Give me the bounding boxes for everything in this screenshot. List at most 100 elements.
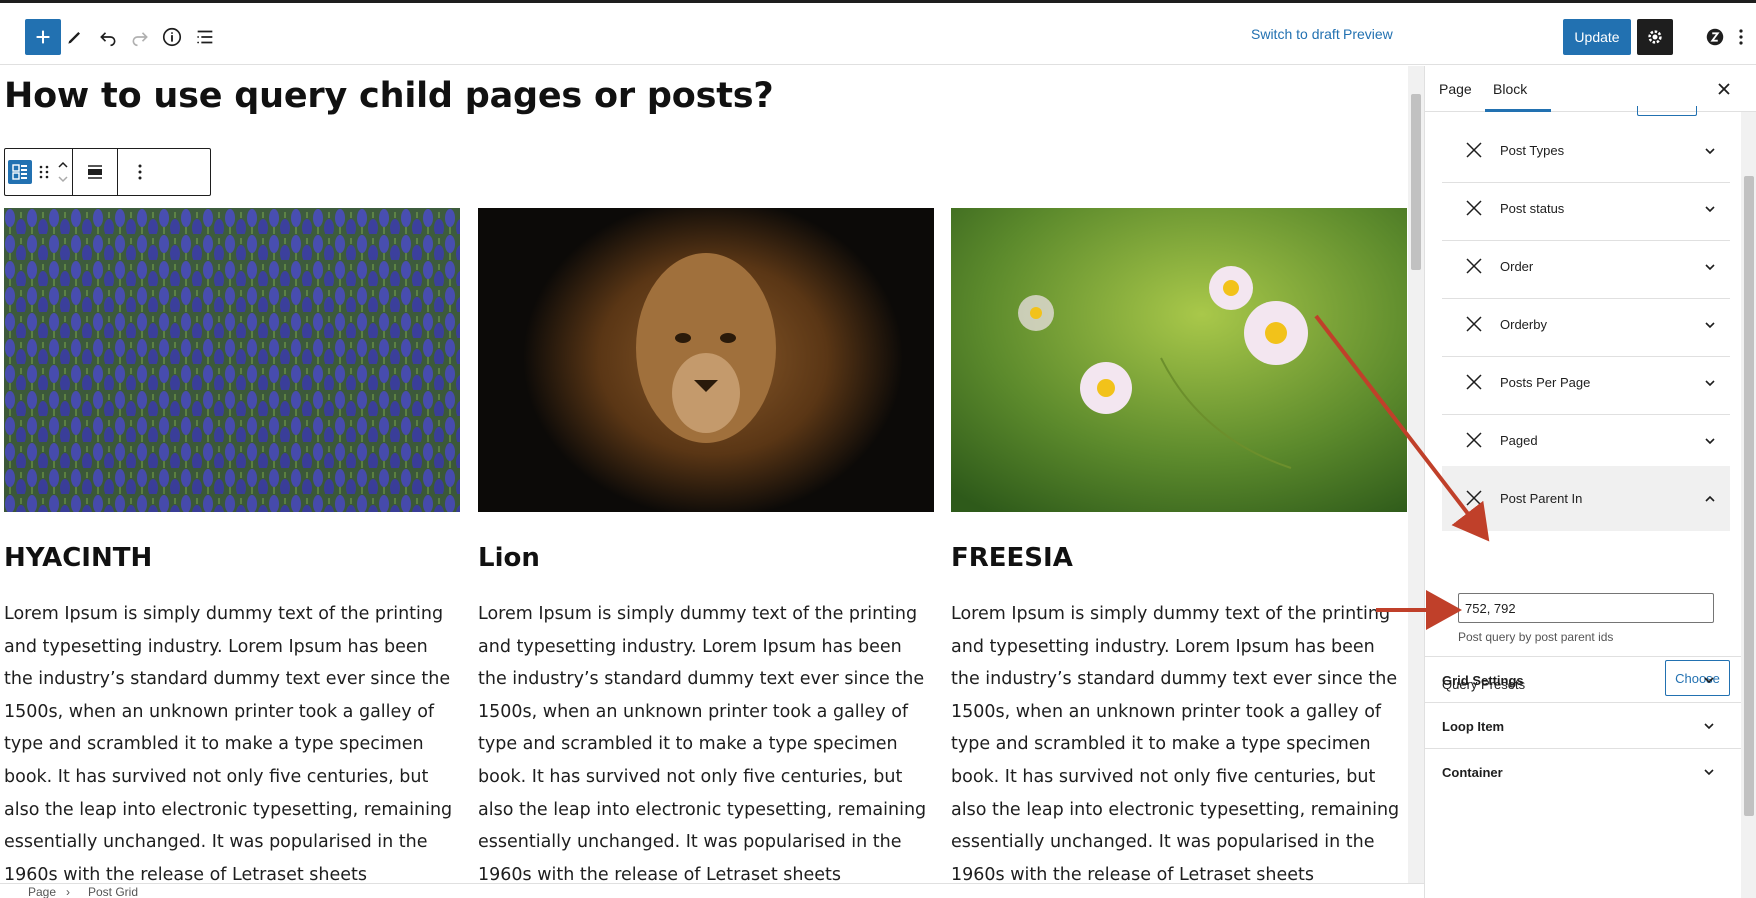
chevron-down-icon xyxy=(1705,322,1715,329)
chevron-down-icon xyxy=(1705,148,1715,155)
close-sidebar-button[interactable] xyxy=(1711,76,1737,102)
active-tab-indicator xyxy=(1485,109,1551,112)
card-title[interactable]: FREESIA xyxy=(951,543,1073,573)
editor-canvas: How to use query child pages or posts? H… xyxy=(0,66,1408,883)
remove-icon[interactable] xyxy=(1464,488,1484,508)
chevron-down-icon xyxy=(1705,206,1715,213)
remove-icon[interactable] xyxy=(1464,140,1484,160)
query-row-post-types[interactable]: Post Types xyxy=(1442,118,1730,183)
query-row-posts-per-page[interactable]: Posts Per Page xyxy=(1442,350,1730,415)
remove-icon[interactable] xyxy=(1464,198,1484,218)
post-card: FREESIA Lorem Ipsum is simply dummy text… xyxy=(951,208,1407,883)
more-vertical-icon xyxy=(138,164,142,180)
list-view-icon xyxy=(197,30,213,44)
block-toolbar xyxy=(4,148,211,196)
undo-button[interactable] xyxy=(90,19,126,55)
more-vertical-icon xyxy=(1739,29,1743,45)
post-grid-block-icon[interactable] xyxy=(7,160,32,184)
block-toolbar-group xyxy=(5,149,73,195)
freesia-photo[interactable] xyxy=(951,208,1407,512)
drag-handle-icon[interactable] xyxy=(38,163,50,181)
post-card: Lion Lorem Ipsum is simply dummy text of… xyxy=(478,208,934,883)
editor-top-toolbar: Switch to draft Preview Update xyxy=(0,0,1756,65)
card-excerpt: Lorem Ipsum is simply dummy text of the … xyxy=(4,604,453,883)
panel-title: Loop Item xyxy=(1442,719,1505,734)
post-card: HYACINTH Lorem Ipsum is simply dummy tex… xyxy=(4,208,460,883)
post-title[interactable]: How to use query child pages or posts? xyxy=(4,76,774,116)
query-row-paged[interactable]: Paged xyxy=(1442,408,1730,473)
query-row-post-status[interactable]: Post status xyxy=(1442,176,1730,241)
list-view-button[interactable] xyxy=(187,19,223,55)
query-row-label: Order xyxy=(1500,259,1534,274)
sidebar-scrollbar[interactable] xyxy=(1741,112,1756,898)
canvas-scrollbar-thumb[interactable] xyxy=(1411,94,1421,270)
query-row-label: Orderby xyxy=(1500,317,1547,332)
remove-icon[interactable] xyxy=(1464,430,1484,450)
add-block-button[interactable] xyxy=(25,19,61,55)
chevron-down-icon xyxy=(1705,380,1715,387)
chevron-up-icon xyxy=(1705,495,1715,502)
card-excerpt: Lorem Ipsum is simply dummy text of the … xyxy=(478,604,927,883)
query-row-post-parent-in[interactable]: Post Parent In xyxy=(1442,466,1730,531)
query-row-label: Post Types xyxy=(1500,143,1565,158)
settings-button[interactable] xyxy=(1637,19,1673,55)
query-row-label: Posts Per Page xyxy=(1500,375,1591,390)
move-up-down-icon[interactable] xyxy=(56,158,70,186)
remove-icon[interactable] xyxy=(1464,314,1484,334)
info-icon xyxy=(162,27,182,47)
update-button[interactable]: Update xyxy=(1563,19,1631,55)
panel-loop-item[interactable]: Loop Item xyxy=(1425,702,1741,748)
lion-photo[interactable] xyxy=(478,208,934,512)
chevron-right-icon: › xyxy=(66,885,70,898)
panel-grid-settings[interactable]: Grid Settings xyxy=(1425,656,1741,702)
redo-button[interactable] xyxy=(122,19,158,55)
switch-to-draft-link[interactable]: Switch to draft xyxy=(1251,26,1340,42)
chevron-down-icon xyxy=(1704,769,1714,776)
remove-icon[interactable] xyxy=(1464,372,1484,392)
gear-icon xyxy=(1648,30,1662,44)
card-excerpt: Lorem Ipsum is simply dummy text of the … xyxy=(951,604,1400,883)
canvas-scrollbar[interactable] xyxy=(1408,66,1424,883)
query-row-label: Post status xyxy=(1500,201,1565,216)
hyacinth-photo[interactable] xyxy=(4,208,460,512)
panel-title: Grid Settings xyxy=(1442,673,1524,688)
close-icon xyxy=(1718,83,1730,95)
breadcrumb-item[interactable]: Page xyxy=(28,885,56,898)
align-wide-icon xyxy=(88,165,102,179)
plus-icon xyxy=(36,30,50,44)
tools-button[interactable] xyxy=(57,19,93,55)
query-row-orderby[interactable]: Orderby xyxy=(1442,292,1730,357)
sidebar-scrollbar-thumb[interactable] xyxy=(1744,176,1754,816)
panel-container[interactable]: Container xyxy=(1425,748,1741,794)
post-parent-in-help: Post query by post parent ids xyxy=(1458,630,1614,644)
details-button[interactable] xyxy=(154,19,190,55)
sidebar-tabs: Page Block xyxy=(1425,66,1756,112)
tab-page[interactable]: Page xyxy=(1439,81,1472,97)
breadcrumb: Page › Post Grid xyxy=(0,883,1424,898)
options-button[interactable] xyxy=(1731,19,1751,55)
partial-button[interactable] xyxy=(1637,106,1697,116)
pencil-icon xyxy=(68,32,80,44)
chevron-down-icon xyxy=(1705,264,1715,271)
chevron-down-icon xyxy=(1704,677,1714,684)
tab-block[interactable]: Block xyxy=(1493,81,1527,97)
query-row-label: Paged xyxy=(1500,433,1538,448)
settings-sidebar: Page Block Post Types Post status Order … xyxy=(1424,66,1756,898)
post-parent-in-input[interactable] xyxy=(1458,593,1714,623)
block-options-button[interactable] xyxy=(118,149,162,195)
chevron-down-icon xyxy=(1705,438,1715,445)
remove-icon[interactable] xyxy=(1464,256,1484,276)
brand-icon xyxy=(1706,28,1724,46)
undo-icon xyxy=(100,32,116,47)
query-row-label: Post Parent In xyxy=(1500,491,1583,506)
panel-title: Container xyxy=(1442,765,1503,780)
preview-link[interactable]: Preview xyxy=(1343,26,1393,42)
chevron-down-icon xyxy=(1704,723,1714,730)
card-title[interactable]: Lion xyxy=(478,543,540,573)
redo-icon xyxy=(132,32,148,47)
breadcrumb-item[interactable]: Post Grid xyxy=(88,885,138,898)
plugin-button[interactable] xyxy=(1697,19,1733,55)
query-row-order[interactable]: Order xyxy=(1442,234,1730,299)
align-button[interactable] xyxy=(73,149,118,195)
card-title[interactable]: HYACINTH xyxy=(4,543,152,573)
